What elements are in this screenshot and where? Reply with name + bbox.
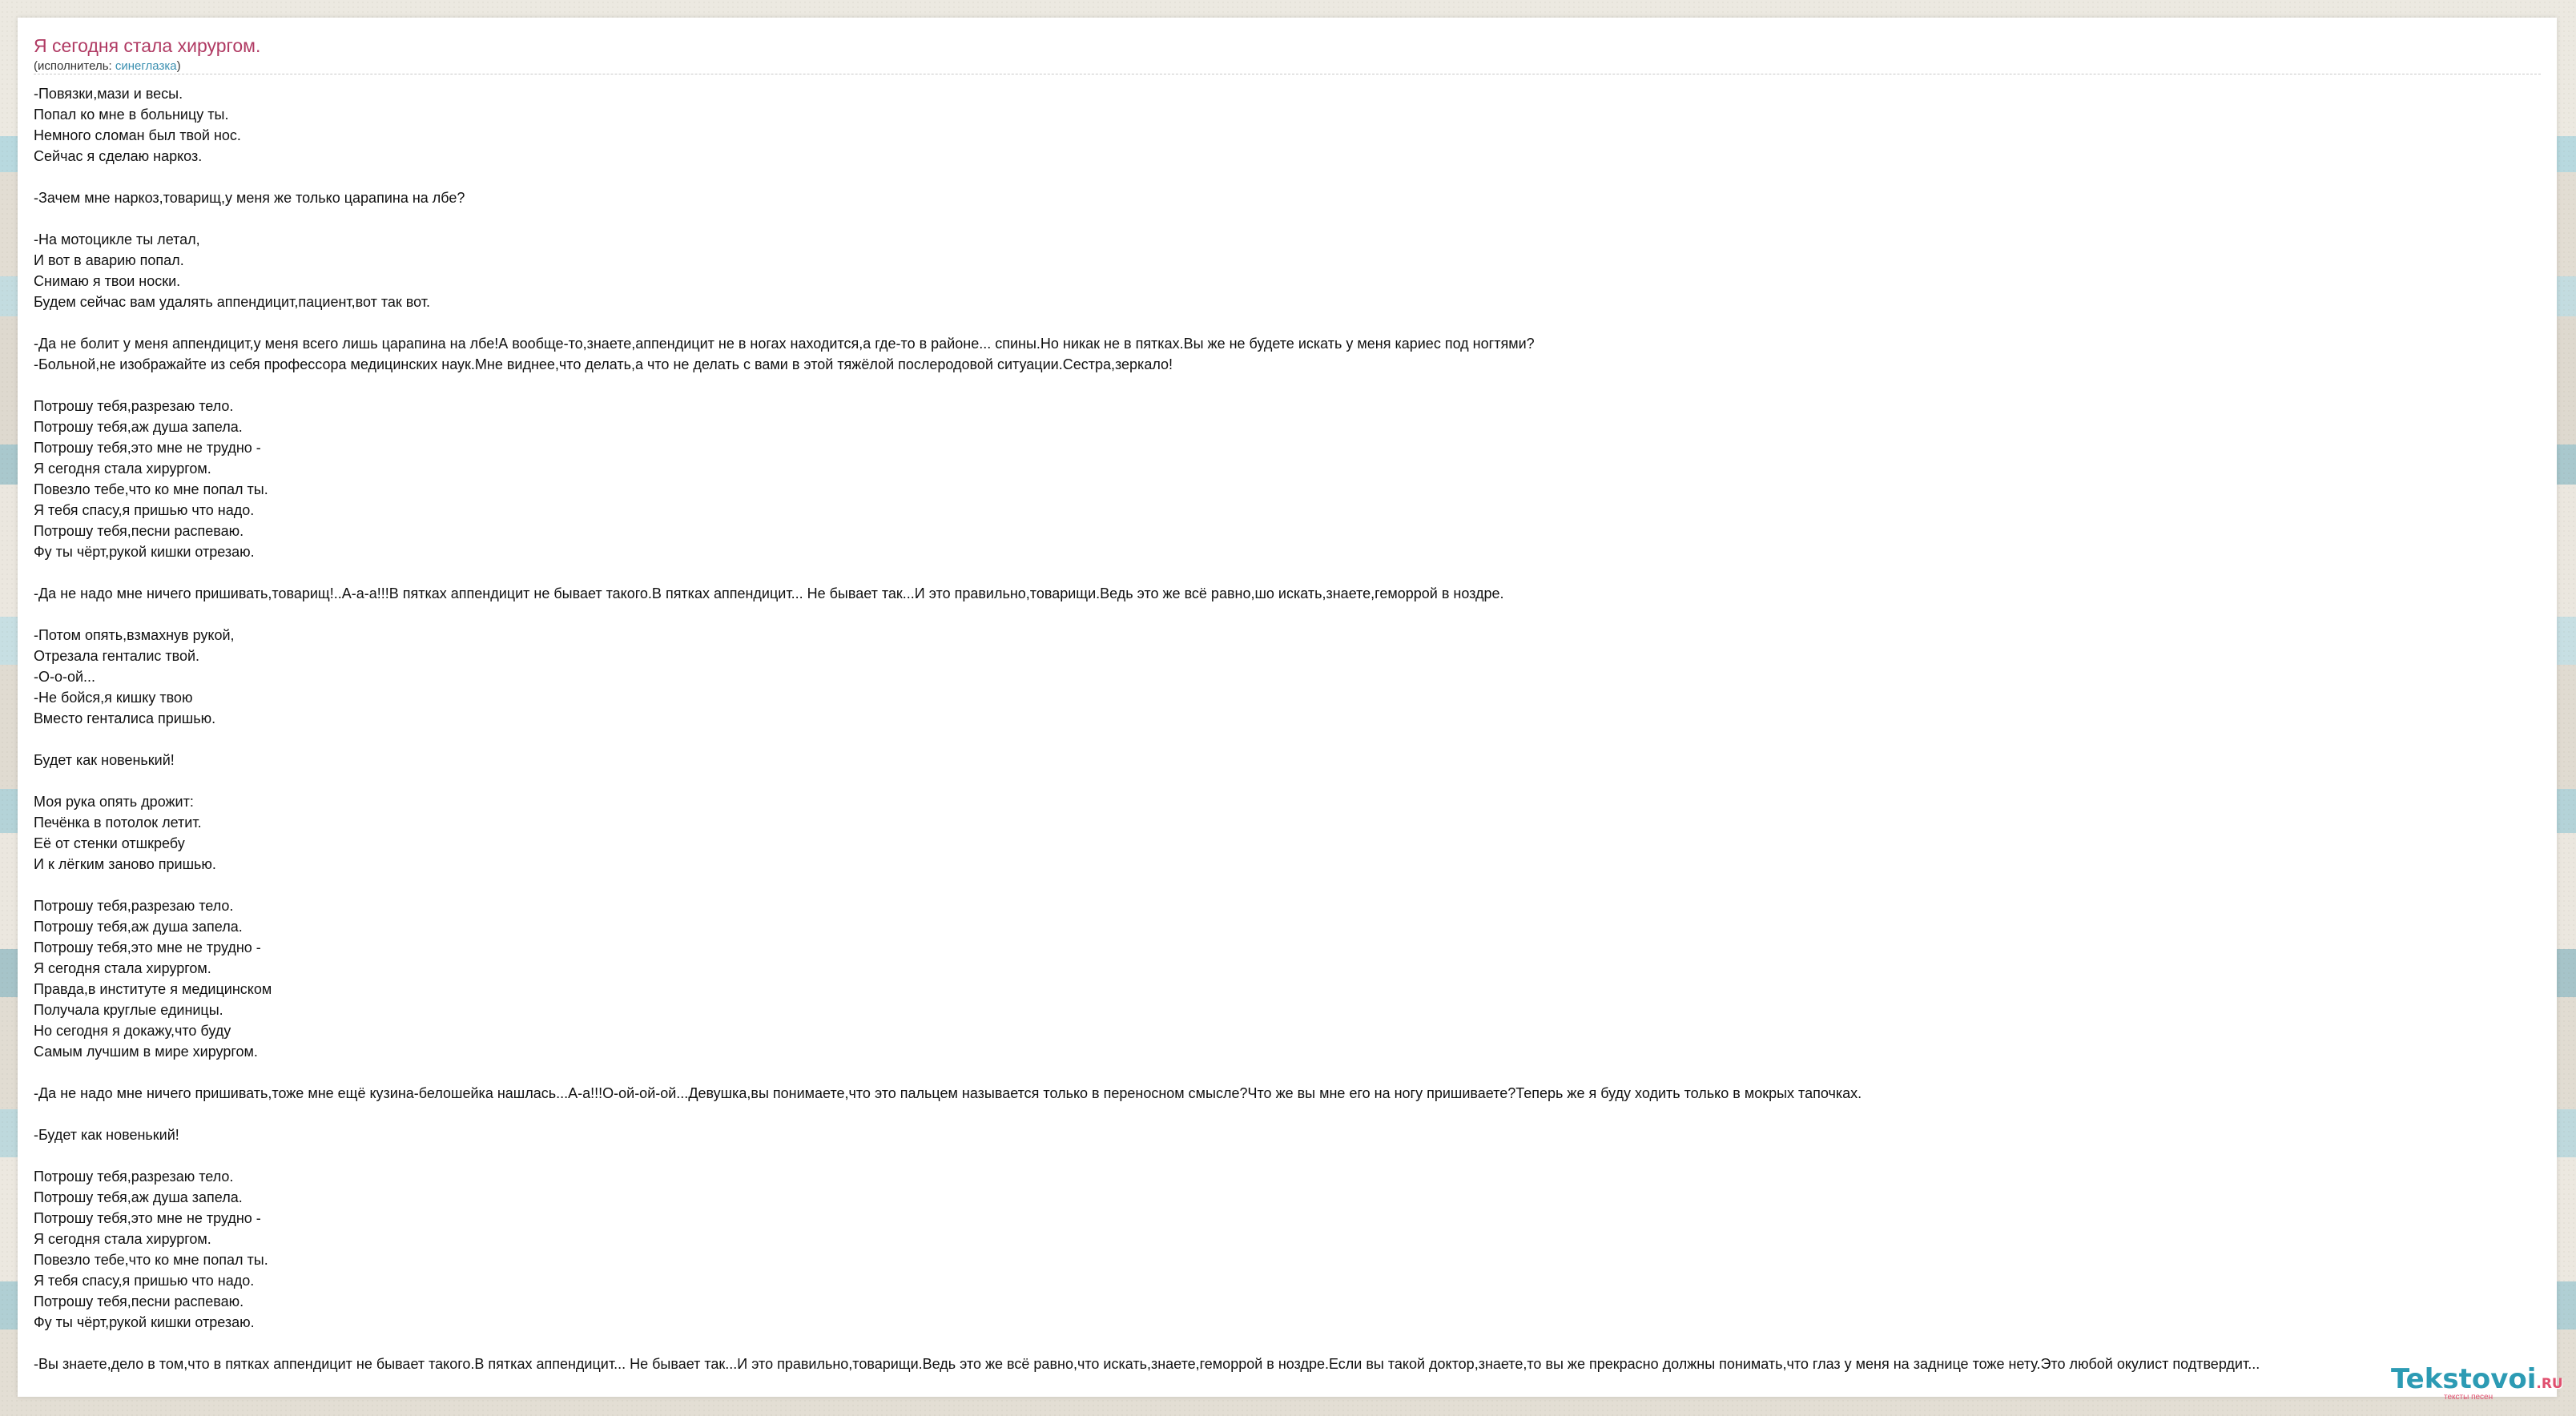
lyric-line: Потрошу тебя,песни распеваю. [34,523,244,539]
lyric-line: -Повязки,мази и весы. [34,86,183,102]
lyric-line: Я тебя спасу,я пришью что надо. [34,1273,255,1289]
lyric-line: Потрошу тебя,это мне не трудно - [34,939,261,955]
lyric-line: Получала круглые единицы. [34,1002,223,1018]
lyric-line: Потрошу тебя,аж душа запела. [34,1189,243,1205]
lyric-line: И вот в аварию попал. [34,252,184,268]
lyric-line: Повезло тебе,что ко мне попал ты. [34,481,268,497]
lyric-line: -Да не надо мне ничего пришивать,тоже мн… [34,1085,1862,1101]
lyric-line: Будет как новенький! [34,752,175,768]
lyric-line: -Да не надо мне ничего пришивать,товарищ… [34,585,1504,601]
lyric-blank-line [34,1104,2557,1124]
lyric-blank-line [34,375,2557,396]
logo-wordmark: Tekstovoi.RU [2391,1363,2563,1395]
lyric-line: Правда,в институте я медицинском [34,981,272,997]
lyric-line: Потрошу тебя,песни распеваю. [34,1293,244,1309]
lyric-line: Потрошу тебя,разрезаю тело. [34,898,234,914]
lyric-line: Потрошу тебя,аж душа запела. [34,419,243,435]
lyric-line: Сейчас я сделаю наркоз. [34,148,203,164]
lyric-line: Потрошу тебя,аж душа запела. [34,919,243,935]
performer-prefix: (исполнитель: [34,59,115,73]
lyric-line: -Больной,не изображайте из себя профессо… [34,356,1173,372]
lyric-blank-line [34,729,2557,750]
lyric-line: -О-о-ой... [34,669,96,685]
content-panel: Я сегодня стала хирургом. (исполнитель: … [18,18,2557,1397]
logo-tld: .RU [2536,1376,2563,1392]
lyric-line: Потрошу тебя,это мне не трудно - [34,1210,261,1226]
lyric-line: -Зачем мне наркоз,товарищ,у меня же толь… [34,190,465,206]
site-logo[interactable]: Tekstovoi.RU тексты песен [2391,1363,2567,1405]
song-title: Я сегодня стала хирургом. [34,35,261,56]
lyric-line: Повезло тебе,что ко мне попал ты. [34,1252,268,1268]
performer-line: (исполнитель: синеглазка) [34,59,181,73]
logo-tagline: тексты песен [2444,1393,2493,1402]
lyric-line: Будем сейчас вам удалять аппендицит,паци… [34,294,431,310]
lyric-line: Потрошу тебя,это мне не трудно - [34,440,261,456]
lyrics-body: -Повязки,мази и весы. Попал ко мне в боль… [34,83,2557,1374]
lyric-line: Фу ты чёрт,рукой кишки отрезаю. [34,1314,255,1330]
lyric-blank-line [34,1062,2557,1083]
lyric-blank-line [34,167,2557,187]
lyric-line: Вместо генталиса пришью. [34,710,216,726]
lyric-line: Я сегодня стала хирургом. [34,1231,211,1247]
lyric-line: -Потом опять,взмахнув рукой, [34,627,235,643]
lyric-line: Потрошу тебя,разрезаю тело. [34,398,234,414]
lyric-blank-line [34,604,2557,625]
lyric-line: Отрезала генталис твой. [34,648,200,664]
lyric-blank-line [34,312,2557,333]
lyric-line: Но сегодня я докажу,что буду [34,1023,231,1039]
lyric-blank-line [34,1333,2557,1354]
lyric-line: -Вы знаете,дело в том,что в пятках аппен… [34,1356,2260,1372]
lyric-blank-line [34,770,2557,791]
lyric-blank-line [34,875,2557,895]
lyric-line: Её от стенки отшкребу [34,835,185,851]
lyric-line: Потрошу тебя,разрезаю тело. [34,1169,234,1185]
lyric-line: -Да не болит у меня аппендицит,у меня вс… [34,336,1535,352]
lyric-line: Я сегодня стала хирургом. [34,461,211,477]
lyric-blank-line [34,562,2557,583]
lyric-line: Снимаю я твои носки. [34,273,181,289]
lyric-line: Печёнка в потолок летит. [34,815,202,831]
performer-suffix: ) [176,59,181,73]
performer-link[interactable]: синеглазка [115,59,177,73]
lyric-line: И к лёгким заново пришью. [34,856,216,872]
lyric-blank-line [34,1145,2557,1166]
lyric-line: -Не бойся,я кишку твою [34,690,193,706]
lyric-line: Попал ко мне в больницу ты. [34,107,229,123]
lyric-line: Немного сломан был твой нос. [34,127,241,143]
lyric-line: -На мотоцикле ты летал, [34,231,200,247]
lyric-line: -Будет как новенький! [34,1127,179,1143]
lyric-line: Фу ты чёрт,рукой кишки отрезаю. [34,544,255,560]
lyric-line: Самым лучшим в мире хирургом. [34,1044,258,1060]
logo-name: Tekstovoi [2391,1363,2537,1395]
lyric-line: Я тебя спасу,я пришью что надо. [34,502,255,518]
lyric-line: Моя рука опять дрожит: [34,794,194,810]
lyric-line: Я сегодня стала хирургом. [34,960,211,976]
lyric-blank-line [34,208,2557,229]
